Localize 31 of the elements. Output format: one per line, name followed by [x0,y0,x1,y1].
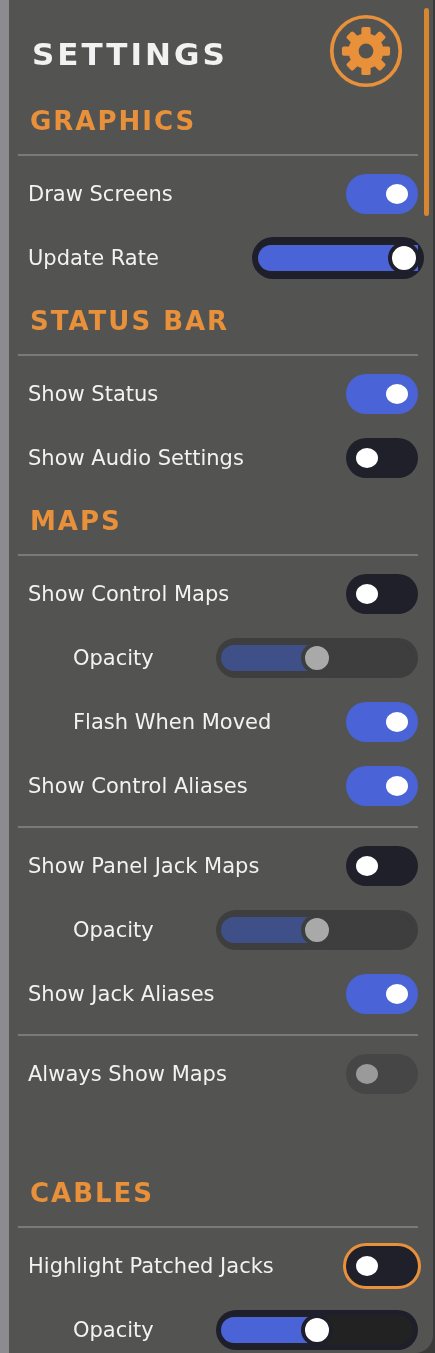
setting-label: Update Rate [28,246,159,270]
toggle-switch[interactable] [346,438,418,478]
toggle-switch[interactable] [346,574,418,614]
setting-label: Show Jack Aliases [28,982,215,1006]
setting-label: Show Status [28,382,159,406]
toggle-switch[interactable] [346,846,418,886]
slider-thumb[interactable] [301,1314,333,1346]
setting-label: Highlight Patched Jacks [28,1254,274,1278]
setting-label: Flash When Moved [73,710,272,734]
setting-label: Opacity [73,646,154,670]
section-heading: GRAPHICS [29,105,198,138]
panel-title: SETTINGS [32,36,228,72]
settings-icon[interactable] [329,14,403,88]
toggle-switch[interactable] [346,174,418,214]
setting-label: Draw Screens [28,182,173,206]
section-heading: STATUS BAR [29,305,231,338]
toggle-switch[interactable] [346,766,418,806]
slider-thumb[interactable] [388,242,420,274]
setting-label: Opacity [73,918,154,942]
section-heading: MAPS [29,505,123,538]
setting-label: Show Control Maps [28,582,230,606]
setting-label: Show Control Aliases [28,774,248,798]
toggle-switch[interactable] [346,374,418,414]
scrollbar[interactable] [424,8,429,216]
setting-label: Opacity [73,1318,154,1342]
section-heading: CABLES [29,1177,156,1210]
setting-label: Show Panel Jack Maps [28,854,260,878]
toggle-switch[interactable] [346,702,418,742]
setting-label: Always Show Maps [28,1062,227,1086]
setting-label: Show Audio Settings [28,446,244,470]
toggle-switch[interactable] [346,974,418,1014]
